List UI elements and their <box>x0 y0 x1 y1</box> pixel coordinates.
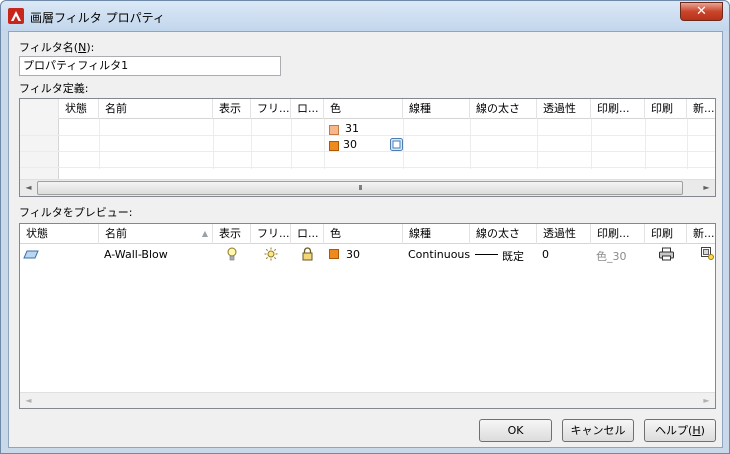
layer-status-icon <box>23 250 39 259</box>
title-bar[interactable]: 画層フィルタ プロパティ ✕ <box>1 1 729 31</box>
prev-col-status[interactable]: 状態 <box>20 224 99 244</box>
definition-header: 状態 名前 表示 フリ... ロ... 色 線種 線の太さ 透過性 印刷... … <box>20 99 715 119</box>
row-header-column <box>20 119 59 179</box>
filter-name-input[interactable]: プロパティフィルタ1 <box>19 56 281 76</box>
dialog-window: 画層フィルタ プロパティ ✕ フィルタ名(N): プロパティフィルタ1 フィルタ… <box>0 0 730 454</box>
layer-transparency[interactable]: 0 <box>542 248 549 261</box>
grid-line <box>20 151 715 152</box>
grid-line <box>20 167 715 168</box>
def-col-lineweight[interactable]: 線の太さ <box>470 99 537 119</box>
grid-line <box>291 119 292 169</box>
scroll-right-arrow[interactable]: ► <box>698 393 715 408</box>
filter-preview-grid[interactable]: 状態 名前 ▲ 表示 フリ... ロ... 色 線種 線の太さ 透過性 印刷..… <box>19 223 716 409</box>
prev-col-plot[interactable]: 印刷 <box>645 224 687 244</box>
scroll-right-arrow[interactable]: ► <box>698 180 715 196</box>
grid-line <box>213 119 214 169</box>
scroll-thumb[interactable]: III <box>37 181 683 195</box>
prev-col-plot-style[interactable]: 印刷... <box>591 224 645 244</box>
def-col-freeze[interactable]: フリ... <box>251 99 291 119</box>
printer-icon[interactable] <box>659 247 674 261</box>
layer-name[interactable]: A-Wall-Blow <box>104 248 168 261</box>
ok-button[interactable]: OK <box>479 419 552 442</box>
ellipsis-button-icon[interactable] <box>390 138 403 151</box>
scroll-left-arrow[interactable]: ◄ <box>20 180 37 196</box>
filter-definition-label: フィルタ定義: <box>19 82 89 95</box>
prev-col-freeze[interactable]: フリ... <box>251 224 291 244</box>
grid-line <box>687 119 688 169</box>
scroll-left-arrow[interactable]: ◄ <box>20 393 37 408</box>
autocad-logo-icon <box>8 8 24 24</box>
cancel-button[interactable]: キャンセル <box>562 419 634 442</box>
prev-col-linetype[interactable]: 線種 <box>403 224 470 244</box>
filter-preview-label: フィルタをプレビュー: <box>19 206 133 219</box>
grid-line <box>99 119 100 169</box>
grid-line <box>20 135 715 136</box>
def-col-linetype[interactable]: 線種 <box>403 99 470 119</box>
def-col-plot-style[interactable]: 印刷... <box>591 99 645 119</box>
layer-color-value[interactable]: 30 <box>346 248 360 261</box>
prev-col-color[interactable]: 色 <box>324 224 403 244</box>
prev-col-lineweight[interactable]: 線の太さ <box>470 224 537 244</box>
definition-hscrollbar[interactable]: ◄ III ► <box>20 179 715 196</box>
prev-col-transparency[interactable]: 透過性 <box>537 224 591 244</box>
grid-line <box>591 119 592 169</box>
def-col-lock[interactable]: ロ... <box>291 99 324 119</box>
grid-line <box>403 119 404 169</box>
window-title: 画層フィルタ プロパティ <box>30 11 165 25</box>
def-col-on[interactable]: 表示 <box>213 99 251 119</box>
grid-line <box>537 119 538 169</box>
def-col-plot[interactable]: 印刷 <box>645 99 687 119</box>
new-viewport-freeze-icon[interactable] <box>701 247 715 261</box>
def-color-value[interactable]: 30 <box>343 138 357 151</box>
lineweight-sample <box>475 254 498 255</box>
table-row[interactable]: A-Wall-Blow 30 Continuous 既定 0 色_30 <box>20 244 715 264</box>
preview-hscrollbar[interactable]: ◄ ► <box>20 392 715 408</box>
padlock-icon[interactable] <box>302 247 313 261</box>
grid-line <box>470 119 471 169</box>
def-color-value[interactable]: 31 <box>345 122 359 135</box>
color-swatch-31 <box>329 125 339 135</box>
filter-definition-grid[interactable]: 状態 名前 表示 フリ... ロ... 色 線種 線の太さ 透過性 印刷... … <box>19 98 716 197</box>
prev-col-on[interactable]: 表示 <box>213 224 251 244</box>
layer-lineweight[interactable]: 既定 <box>502 248 524 264</box>
color-swatch-30 <box>329 249 339 259</box>
def-col-new-vp[interactable]: 新... <box>687 99 715 119</box>
grid-line <box>324 119 325 169</box>
lightbulb-icon[interactable] <box>227 247 237 261</box>
def-col-status[interactable]: 状態 <box>59 99 99 119</box>
layer-plot-style[interactable]: 色_30 <box>596 248 627 264</box>
def-col-color[interactable]: 色 <box>324 99 403 119</box>
prev-col-lock[interactable]: ロ... <box>291 224 324 244</box>
color-swatch-30 <box>329 141 339 151</box>
sort-ascending-icon: ▲ <box>201 229 208 238</box>
row-header-corner <box>20 99 59 119</box>
help-button[interactable]: ヘルプ(H) <box>644 419 716 442</box>
prev-col-name[interactable]: 名前 ▲ <box>99 224 213 244</box>
close-button[interactable]: ✕ <box>680 2 723 21</box>
sun-icon[interactable] <box>264 247 278 261</box>
def-col-transparency[interactable]: 透過性 <box>537 99 591 119</box>
grid-line <box>645 119 646 169</box>
def-col-name[interactable]: 名前 <box>99 99 213 119</box>
prev-col-new-vp[interactable]: 新... <box>687 224 715 244</box>
grid-line <box>251 119 252 169</box>
layer-linetype[interactable]: Continuous <box>408 248 470 261</box>
filter-name-label: フィルタ名(N): <box>19 41 95 54</box>
dialog-body: フィルタ名(N): プロパティフィルタ1 フィルタ定義: 状態 名前 表示 フリ… <box>8 31 723 448</box>
preview-header: 状態 名前 ▲ 表示 フリ... ロ... 色 線種 線の太さ 透過性 印刷..… <box>20 224 715 244</box>
